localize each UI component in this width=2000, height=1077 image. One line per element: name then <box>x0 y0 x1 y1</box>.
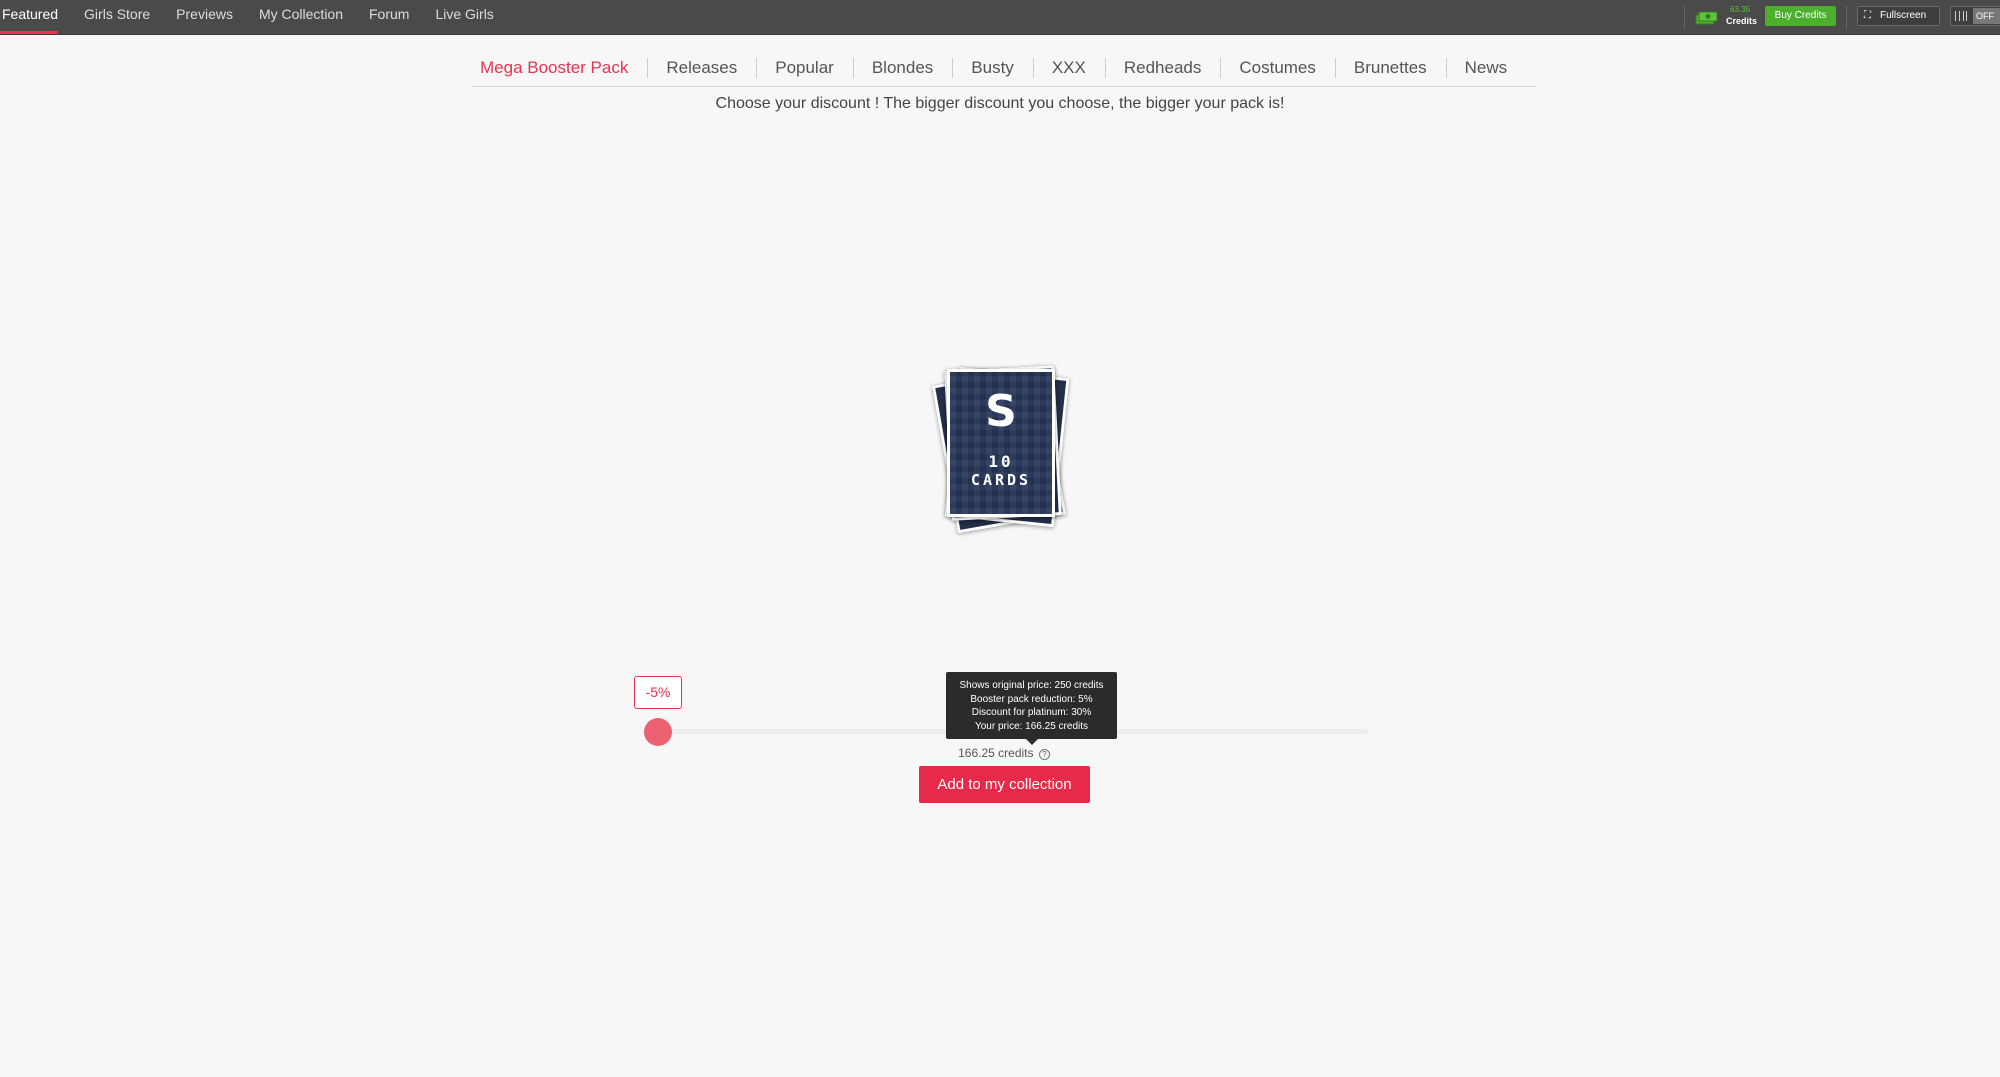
price-display: 166.25 credits ? <box>0 746 2000 760</box>
audio-toggle[interactable]: OFF <box>1950 6 2000 26</box>
category-nav: Mega Booster Pack Releases Popular Blond… <box>472 54 1537 87</box>
tab-brunettes[interactable]: Brunettes <box>1334 54 1446 82</box>
top-bar: Featured Girls Store Previews My Collect… <box>0 0 2000 35</box>
price-text: 166.25 credits <box>958 746 1034 760</box>
card-count: 10 <box>988 452 1014 471</box>
nav-live-girls[interactable]: Live Girls <box>435 0 506 35</box>
tab-news[interactable]: News <box>1445 54 1527 82</box>
booster-pack-image: S 10 CARDS <box>931 360 1074 535</box>
credits-cash-icon <box>1695 11 1718 25</box>
tab-redheads[interactable]: Redheads <box>1104 54 1221 82</box>
tab-xxx[interactable]: XXX <box>1032 54 1105 82</box>
buy-credits-button[interactable]: Buy Credits <box>1765 6 1836 26</box>
credits-amount: 63.35 <box>1730 5 1751 14</box>
credits-label: Credits <box>1726 16 1758 26</box>
fullscreen-button[interactable]: ⛶ Fullscreen <box>1857 6 1940 26</box>
tooltip-pack-reduction: Booster pack reduction: 5% <box>970 693 1093 705</box>
add-to-collection-button[interactable]: Add to my collection <box>919 766 1090 803</box>
divider <box>1684 6 1685 29</box>
toggle-state: OFF <box>1973 8 2000 24</box>
tab-blondes[interactable]: Blondes <box>852 54 952 82</box>
card-front: S 10 CARDS <box>947 369 1055 517</box>
main-nav: Featured Girls Store Previews My Collect… <box>0 0 520 35</box>
page-subtitle: Choose your discount ! The bigger discou… <box>715 95 1285 112</box>
fullscreen-icon: ⛶ <box>1864 10 1871 21</box>
tab-busty[interactable]: Busty <box>952 54 1033 82</box>
cards-label: CARDS <box>970 471 1032 489</box>
discount-slider-handle[interactable] <box>644 718 672 746</box>
price-tooltip: Shows original price: 250 credits Booste… <box>946 672 1117 745</box>
tab-mega-booster-pack[interactable]: Mega Booster Pack <box>472 54 647 82</box>
tab-releases[interactable]: Releases <box>647 54 756 82</box>
tab-popular[interactable]: Popular <box>756 54 853 82</box>
site-logo: S <box>985 386 1017 437</box>
tooltip-platinum-discount: Discount for platinum: 30% <box>971 707 1092 718</box>
nav-my-collection[interactable]: My Collection <box>259 0 356 35</box>
divider <box>1846 6 1847 29</box>
fullscreen-label: Fullscreen <box>1880 10 1927 21</box>
nav-previews[interactable]: Previews <box>176 0 246 35</box>
tooltip-your-price: Your price: 166.25 credits <box>974 720 1089 732</box>
nav-featured[interactable]: Featured <box>0 0 71 35</box>
equalizer-icon <box>1955 11 1967 21</box>
tab-costumes[interactable]: Costumes <box>1220 54 1335 82</box>
help-icon[interactable]: ? <box>1038 749 1050 760</box>
tooltip-original-price: Shows original price: 250 credits <box>959 680 1104 691</box>
nav-girls-store[interactable]: Girls Store <box>84 0 163 35</box>
discount-percentage-badge: -5% <box>634 676 682 709</box>
nav-forum[interactable]: Forum <box>369 0 422 35</box>
